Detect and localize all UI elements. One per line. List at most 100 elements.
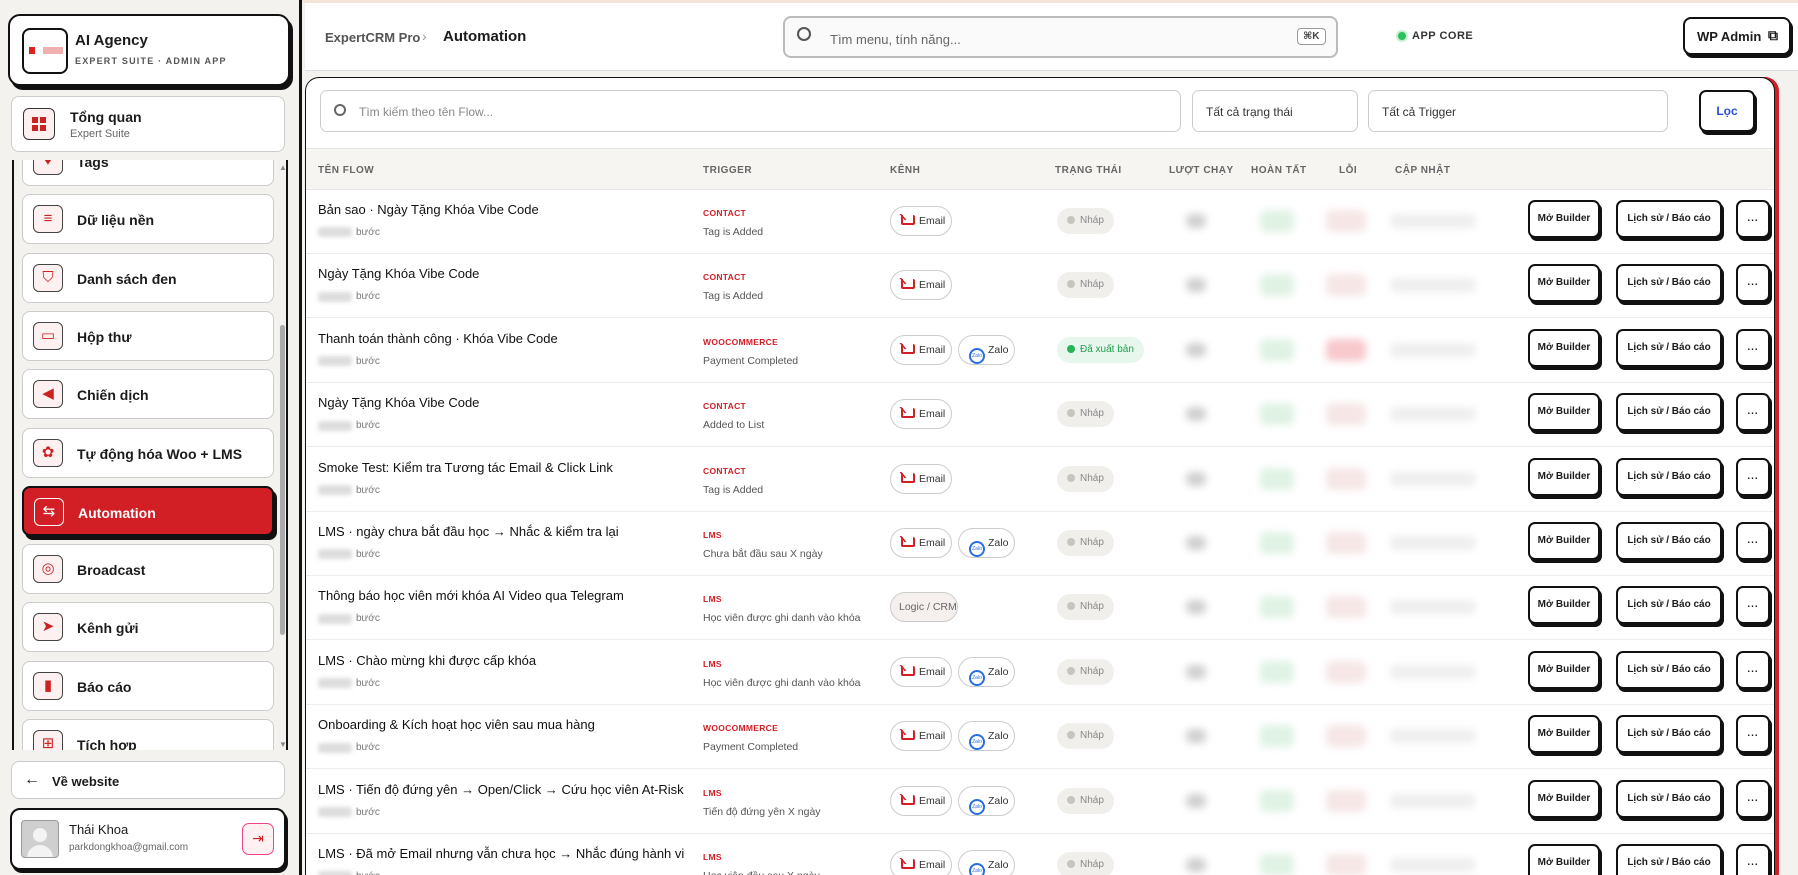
trigger-event: Học viên được ghi danh vào khóa bbox=[703, 676, 861, 689]
sidebar-item-t-ch-h-p[interactable]: ⊞ Tích hợp bbox=[22, 719, 274, 750]
table-row[interactable]: Smoke Test: Kiểm tra Tương tác Email & C… bbox=[306, 448, 1774, 512]
sidebar-item-chi-n-d-ch[interactable]: ◀ Chiến dịch bbox=[22, 369, 274, 420]
history-report-button[interactable]: Lịch sử / Báo cáo bbox=[1616, 715, 1722, 754]
col-channel[interactable]: KÊNH bbox=[890, 165, 920, 176]
sidebar-item-b-o-c-o[interactable]: ▮ Báo cáo bbox=[22, 660, 274, 711]
overview-item[interactable]: Tổng quan Expert Suite bbox=[11, 96, 285, 152]
wp-admin-button[interactable]: WP Admin ⧉ bbox=[1683, 17, 1791, 55]
scroll-down-icon[interactable]: ▼ bbox=[279, 740, 287, 749]
col-runs[interactable]: LƯỢT CHẠY bbox=[1169, 165, 1234, 176]
app-core-label: APP CORE bbox=[1412, 30, 1474, 42]
history-report-button[interactable]: Lịch sử / Báo cáo bbox=[1616, 200, 1722, 238]
col-errors[interactable]: LỖI bbox=[1339, 165, 1357, 176]
history-report-button[interactable]: Lịch sử / Báo cáo bbox=[1616, 264, 1722, 303]
table-row[interactable]: Ngày Tặng Khóa Vibe Code bước CONTACT Ad… bbox=[306, 383, 1774, 448]
app-brand[interactable]: AI Agency EXPERT SUITE · ADMIN APP bbox=[8, 14, 290, 86]
sidebar-scrollbar[interactable] bbox=[280, 325, 285, 635]
channel-chip-email: Email bbox=[890, 785, 952, 816]
flow-name[interactable]: Thanh toán thành công · Khóa Vibe Code bbox=[318, 331, 558, 346]
open-builder-button[interactable]: Mở Builder bbox=[1528, 650, 1600, 689]
status-badge: Nháp bbox=[1057, 594, 1114, 621]
flow-search-input[interactable]: Tìm kiếm theo tên Flow... bbox=[320, 90, 1181, 132]
flow-name[interactable]: LMS · ngày chưa bắt đầu học → Nhắc & kiể… bbox=[318, 524, 619, 539]
table-row[interactable]: LMS · Đã mở Email nhưng vẫn chưa học → N… bbox=[306, 834, 1774, 875]
open-builder-button[interactable]: Mở Builder bbox=[1528, 393, 1600, 432]
trigger-filter-select[interactable]: Tất cả Trigger bbox=[1368, 90, 1668, 132]
flow-name[interactable]: Bản sao · Ngày Tặng Khóa Vibe Code bbox=[318, 202, 539, 217]
history-report-button[interactable]: Lịch sử / Báo cáo bbox=[1616, 650, 1722, 689]
history-report-button[interactable]: Lịch sử / Báo cáo bbox=[1616, 844, 1722, 875]
runs-value bbox=[1186, 858, 1206, 872]
trigger-event: Tag is Added bbox=[703, 483, 764, 496]
scroll-up-icon[interactable]: ▲ bbox=[279, 163, 287, 172]
flow-name[interactable]: Ngày Tặng Khóa Vibe Code bbox=[318, 266, 479, 281]
flow-name[interactable]: LMS · Chào mừng khi được cấp khóa bbox=[318, 653, 536, 668]
sidebar-item-t-ng-h-a-woo-lms[interactable]: ✿ Tự động hóa Woo + LMS bbox=[22, 427, 274, 478]
more-actions-button[interactable]: ... bbox=[1736, 586, 1770, 625]
flow-name[interactable]: Smoke Test: Kiểm tra Tương tác Email & C… bbox=[318, 460, 613, 475]
col-status[interactable]: TRẠNG THÁI bbox=[1055, 165, 1122, 176]
history-report-button[interactable]: Lịch sử / Báo cáo bbox=[1616, 779, 1722, 818]
col-flow-name[interactable]: TÊN FLOW bbox=[318, 165, 374, 176]
filter-button[interactable]: Lọc bbox=[1699, 90, 1755, 132]
flow-name[interactable]: LMS · Tiến độ đứng yên → Open/Click → Cứ… bbox=[318, 782, 684, 797]
history-report-button[interactable]: Lịch sử / Báo cáo bbox=[1616, 457, 1722, 496]
table-row[interactable]: LMS · Tiến độ đứng yên → Open/Click → Cứ… bbox=[306, 770, 1774, 834]
open-builder-button[interactable]: Mở Builder bbox=[1528, 200, 1600, 238]
sidebar-item-d-li-u-n-n[interactable]: ≡ Dữ liệu nền bbox=[22, 194, 274, 245]
more-actions-button[interactable]: ... bbox=[1736, 264, 1770, 303]
sidebar-item-h-p-th-[interactable]: ▭ Hộp thư bbox=[22, 310, 274, 361]
table-row[interactable]: Bản sao · Ngày Tặng Khóa Vibe Code bước … bbox=[306, 190, 1774, 254]
status-filter-select[interactable]: Tất cả trạng thái bbox=[1192, 90, 1358, 132]
table-row[interactable]: LMS · Chào mừng khi được cấp khóa bước L… bbox=[306, 641, 1774, 705]
sidebar-item-tags[interactable]: ♥ Tags bbox=[22, 160, 274, 186]
history-report-button[interactable]: Lịch sử / Báo cáo bbox=[1616, 522, 1722, 560]
more-actions-button[interactable]: ... bbox=[1736, 522, 1770, 560]
breadcrumb-root[interactable]: ExpertCRM Pro bbox=[325, 30, 420, 45]
sidebar-item-automation[interactable]: ⇆ Automation bbox=[22, 485, 274, 536]
flow-name[interactable]: Thông báo học viên mới khóa AI Video qua… bbox=[318, 588, 624, 603]
trigger-event: Added to List bbox=[703, 419, 765, 432]
more-actions-button[interactable]: ... bbox=[1736, 200, 1770, 238]
more-actions-button[interactable]: ... bbox=[1736, 457, 1770, 496]
flow-name[interactable]: LMS · Đã mở Email nhưng vẫn chưa học → N… bbox=[318, 846, 684, 861]
more-actions-button[interactable]: ... bbox=[1736, 715, 1770, 754]
history-report-button[interactable]: Lịch sử / Báo cáo bbox=[1616, 393, 1722, 432]
errors-value bbox=[1326, 789, 1366, 812]
more-actions-button[interactable]: ... bbox=[1736, 650, 1770, 689]
col-completed[interactable]: HOÀN TẤT bbox=[1251, 165, 1307, 176]
table-row[interactable]: Onboarding & Kích hoạt học viên sau mua … bbox=[306, 705, 1774, 770]
back-to-website-button[interactable]: ← Về website bbox=[11, 761, 285, 799]
flow-name[interactable]: Ngày Tặng Khóa Vibe Code bbox=[318, 395, 479, 410]
history-report-button[interactable]: Lịch sử / Báo cáo bbox=[1616, 328, 1722, 367]
open-builder-button[interactable]: Mở Builder bbox=[1528, 779, 1600, 818]
open-builder-button[interactable]: Mở Builder bbox=[1528, 522, 1600, 560]
open-builder-button[interactable]: Mở Builder bbox=[1528, 264, 1600, 303]
table-row[interactable]: LMS · ngày chưa bắt đầu học → Nhắc & kiể… bbox=[306, 512, 1774, 576]
sidebar-item-danh-s-ch-en[interactable]: ⛉ Danh sách đen bbox=[22, 252, 274, 303]
table-row[interactable]: Thông báo học viên mới khóa AI Video qua… bbox=[306, 576, 1774, 641]
table-row[interactable]: Thanh toán thành công · Khóa Vibe Code b… bbox=[306, 319, 1774, 383]
logout-icon[interactable]: ⇥ bbox=[242, 823, 274, 855]
open-builder-button[interactable]: Mở Builder bbox=[1528, 328, 1600, 367]
more-actions-button[interactable]: ... bbox=[1736, 328, 1770, 367]
updated-value bbox=[1390, 471, 1476, 486]
more-actions-button[interactable]: ... bbox=[1736, 844, 1770, 875]
table-row[interactable]: Ngày Tặng Khóa Vibe Code bước CONTACT Ta… bbox=[306, 254, 1774, 319]
global-search-input[interactable]: Tìm menu, tính năng... ⌘K bbox=[783, 16, 1338, 58]
open-builder-button[interactable]: Mở Builder bbox=[1528, 844, 1600, 875]
runs-value bbox=[1186, 664, 1206, 679]
col-trigger[interactable]: TRIGGER bbox=[703, 165, 752, 176]
more-actions-button[interactable]: ... bbox=[1736, 393, 1770, 432]
sidebar-item-broadcast[interactable]: ◎ Broadcast bbox=[22, 544, 274, 595]
more-actions-button[interactable]: ... bbox=[1736, 779, 1770, 818]
open-builder-button[interactable]: Mở Builder bbox=[1528, 457, 1600, 496]
history-report-button[interactable]: Lịch sử / Báo cáo bbox=[1616, 586, 1722, 625]
sidebar-item-k-nh-g-i[interactable]: ➤ Kênh gửi bbox=[22, 602, 274, 653]
col-updated[interactable]: CẬP NHẬT bbox=[1395, 165, 1450, 176]
channel-chip-email: Email bbox=[890, 206, 952, 236]
flow-name[interactable]: Onboarding & Kích hoạt học viên sau mua … bbox=[318, 717, 595, 732]
page-title: Automation bbox=[443, 28, 527, 45]
open-builder-button[interactable]: Mở Builder bbox=[1528, 715, 1600, 754]
open-builder-button[interactable]: Mở Builder bbox=[1528, 586, 1600, 625]
